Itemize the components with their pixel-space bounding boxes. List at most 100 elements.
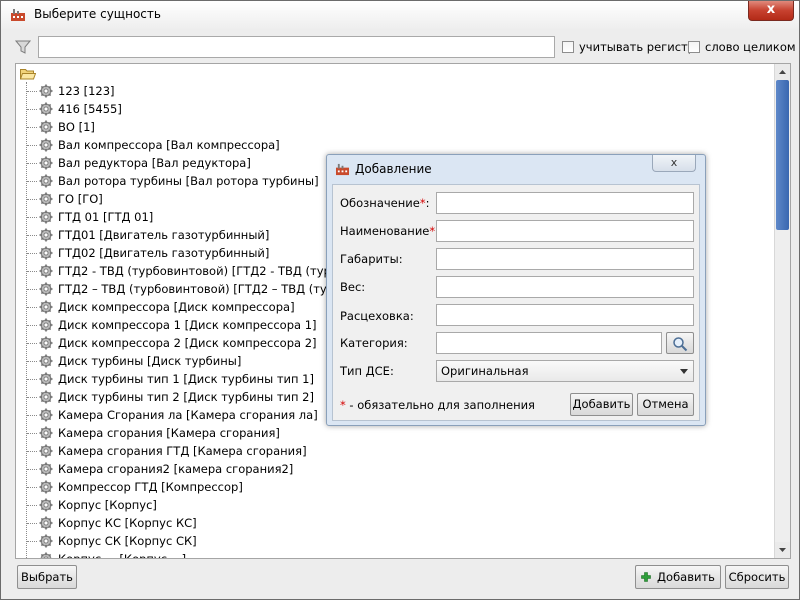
tree-connector xyxy=(27,199,37,200)
gear-icon xyxy=(39,354,53,368)
tree-item-label: Корпус ... [Корпус ...] xyxy=(58,552,187,559)
select-button-label: Выбрать xyxy=(21,570,73,584)
folder-open-icon[interactable] xyxy=(20,68,36,80)
gear-icon xyxy=(39,462,53,476)
tree-connector xyxy=(27,469,37,470)
dialog-title-bar[interactable]: Добавление x xyxy=(327,155,705,183)
tree-item[interactable]: Камера сгорания [Камера сгорания] xyxy=(16,424,776,442)
tree-item-label: Диск турбины [Диск турбины] xyxy=(58,354,242,368)
match-case-label: учитывать регистр xyxy=(579,40,696,54)
search-icon xyxy=(673,337,688,352)
dse-type-select[interactable]: Оригинальная xyxy=(436,360,694,382)
tree-item[interactable]: Камера сгорания ГТД [Камера сгорания] xyxy=(16,442,776,460)
designation-field[interactable] xyxy=(436,192,694,214)
tree-item-label: Диск турбины тип 2 [Диск турбины тип 2] xyxy=(58,390,314,404)
reset-button[interactable]: Сбросить xyxy=(725,565,789,589)
title-bar[interactable]: Выберите сущность x xyxy=(1,1,799,29)
scroll-up-button[interactable] xyxy=(775,64,790,80)
tree-connector xyxy=(27,109,37,110)
window-close-button[interactable]: x xyxy=(748,1,794,21)
gear-icon xyxy=(39,102,53,116)
whole-word-checkbox[interactable] xyxy=(688,41,700,53)
filter-icon[interactable] xyxy=(15,39,31,55)
gear-icon xyxy=(39,480,53,494)
tree-item[interactable]: Вал компрессора [Вал компрессора] xyxy=(16,136,776,154)
dialog-form: Обозначение*: Наименование*: Габариты: В… xyxy=(332,184,700,421)
dimensions-field[interactable] xyxy=(436,248,694,270)
gear-icon xyxy=(39,390,53,404)
plus-icon xyxy=(641,572,651,582)
tree-connector xyxy=(27,145,37,146)
select-button[interactable]: Выбрать xyxy=(17,565,77,589)
tree-connector xyxy=(27,433,37,434)
tree-item-label: ГТД02 [Двигатель газотурбинный] xyxy=(58,246,270,260)
gear-icon xyxy=(39,372,53,386)
gear-icon xyxy=(39,228,53,242)
tree-item-label: Корпус [Корпус] xyxy=(58,498,157,512)
tree-connector xyxy=(27,505,37,506)
arrow-down-icon xyxy=(779,548,786,552)
dialog-add-button[interactable]: Добавить xyxy=(570,393,633,416)
tree-connector xyxy=(27,307,37,308)
gear-icon xyxy=(39,516,53,530)
gear-icon xyxy=(39,138,53,152)
dse-type-label: Тип ДСЕ: xyxy=(340,364,394,378)
dialog-close-button[interactable]: x xyxy=(652,155,696,172)
close-icon: x xyxy=(766,2,776,17)
filter-toolbar: учитывать регистр слово целиком xyxy=(1,33,799,61)
tree-item-label: Вал редуктора [Вал редуктора] xyxy=(58,156,251,170)
tree-item[interactable]: 416 [5455] xyxy=(16,100,776,118)
filter-input[interactable] xyxy=(38,36,555,58)
vertical-scrollbar[interactable] xyxy=(774,64,790,558)
scrollbar-thumb[interactable] xyxy=(776,80,789,230)
tree-item-label: Камера сгорания2 [камера сгорания2] xyxy=(58,462,294,476)
weight-field[interactable] xyxy=(436,276,694,298)
main-window: Выберите сущность x учитывать регистр сл… xyxy=(0,0,800,600)
match-case-checkbox[interactable] xyxy=(562,41,574,53)
tree-connector xyxy=(27,379,37,380)
tree-connector xyxy=(27,127,37,128)
tree-connector xyxy=(27,361,37,362)
tree-connector xyxy=(27,541,37,542)
name-field[interactable] xyxy=(436,220,694,242)
gear-icon xyxy=(39,552,53,558)
tree-item[interactable]: Корпус [Корпус] xyxy=(16,496,776,514)
tree-item[interactable]: 123 [123] xyxy=(16,82,776,100)
tree-item-label: Корпус СК [Корпус СК] xyxy=(58,534,197,548)
tree-connector xyxy=(27,253,37,254)
tree-item[interactable]: Камера сгорания2 [камера сгорания2] xyxy=(16,460,776,478)
gear-icon xyxy=(39,498,53,512)
tree-item[interactable]: Корпус КС [Корпус КС] xyxy=(16,514,776,532)
tree-item[interactable]: Корпус СК [Корпус СК] xyxy=(16,532,776,550)
tree-item-label: Корпус КС [Корпус КС] xyxy=(58,516,197,530)
tree-item-label: Камера сгорания [Камера сгорания] xyxy=(58,426,280,440)
tree-item[interactable]: Корпус ... [Корпус ...] xyxy=(16,550,776,559)
tree-connector xyxy=(27,181,37,182)
weight-label: Вес: xyxy=(340,280,366,294)
tree-item-label: ГО [ГО] xyxy=(58,192,103,206)
tree-item-label: Диск компрессора [Диск компрессора] xyxy=(58,300,295,314)
name-label: Наименование*: xyxy=(340,224,439,238)
dialog-cancel-button[interactable]: Отмена xyxy=(637,393,694,416)
tree-item[interactable]: ВО [1] xyxy=(16,118,776,136)
tree-connector xyxy=(27,91,37,92)
gear-icon xyxy=(39,336,53,350)
tree-item-label: Вал ротора турбины [Вал ротора турбины] xyxy=(58,174,319,188)
tree-item-label: Камера сгорания ГТД [Камера сгорания] xyxy=(58,444,307,458)
tree-item[interactable]: Компрессор ГТД [Компрессор] xyxy=(16,478,776,496)
gear-icon xyxy=(39,156,53,170)
tree-item-label: Компрессор ГТД [Компрессор] xyxy=(58,480,243,494)
close-icon: x xyxy=(670,156,678,169)
arrow-up-icon xyxy=(779,70,786,74)
category-field[interactable] xyxy=(436,332,662,354)
scroll-down-button[interactable] xyxy=(775,542,790,558)
coloring-field[interactable] xyxy=(436,304,694,326)
gear-icon xyxy=(39,318,53,332)
add-dialog: Добавление x Обозначение*: Наименование*… xyxy=(326,154,706,426)
tree-item-label: Вал компрессора [Вал компрессора] xyxy=(58,138,280,152)
tree-connector xyxy=(27,163,37,164)
category-search-button[interactable] xyxy=(666,332,694,354)
reset-button-label: Сбросить xyxy=(728,570,786,584)
dialog-add-label: Добавить xyxy=(572,397,631,411)
add-button[interactable]: Добавить xyxy=(635,565,721,589)
